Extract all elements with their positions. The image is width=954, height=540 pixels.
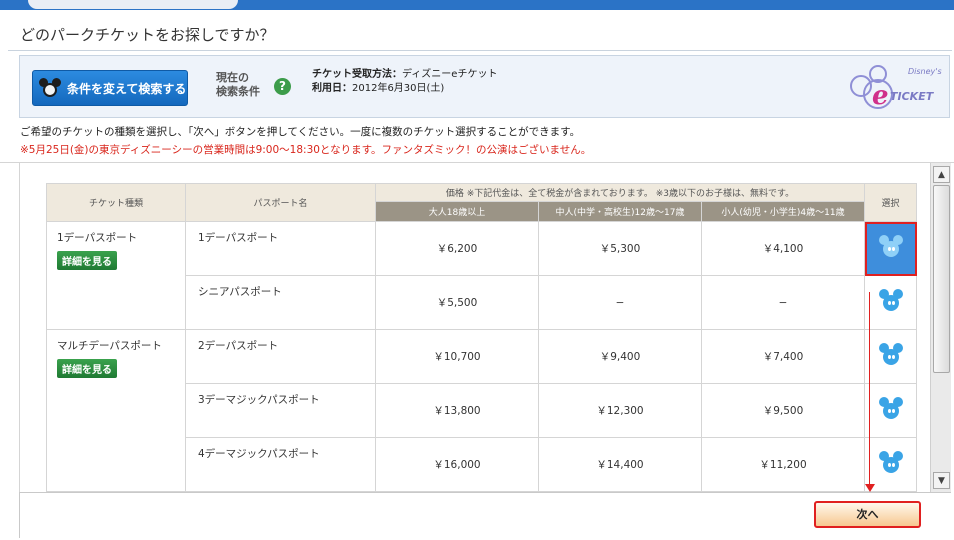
passport-name: 3デーマジックパスポート (185, 383, 376, 438)
header-ticket-type: チケット種類 (46, 183, 186, 222)
price-child: ￥9,500 (700, 383, 866, 438)
details-button[interactable]: 詳細を見る (57, 251, 117, 270)
price-junior: ￥9,400 (538, 329, 702, 384)
ticket-type-cell: マルチデーパスポート 詳細を見る (46, 329, 186, 492)
park-notice: ※5月25日(金)の東京ディズニーシーの営業時間は9:00〜18:30となります… (20, 144, 592, 156)
svg-text:Disney's: Disney's (908, 67, 942, 76)
select-toggle-selected[interactable] (864, 221, 918, 276)
scroll-down-arrow[interactable]: ▼ (933, 472, 950, 489)
price-child: ￥4,100 (700, 221, 866, 276)
price-child: ￥7,400 (700, 329, 866, 384)
current-conditions-label: 現在の 検索条件 (216, 71, 260, 98)
price-child: ￥11,200 (700, 437, 866, 492)
date-value: 2012年6月30日(土) (352, 83, 445, 94)
mickey-select-icon (878, 289, 904, 313)
footer-divider (19, 492, 951, 493)
page-title: どのパークチケットをお探しですか？ (20, 26, 275, 44)
price-adult: ￥6,200 (375, 221, 539, 276)
ticket-type-cell: 1デーパスポート 詳細を見る (46, 221, 186, 330)
table-scrollbar[interactable]: ▲ ▼ (930, 163, 951, 492)
mickey-select-icon (878, 451, 904, 475)
ticket-table-scroll-area: チケット種類 パスポート名 価格 ※下記代金は、全て税金が含まれております。 ※… (19, 163, 930, 492)
header-passport-name: パスポート名 (185, 183, 376, 222)
mickey-select-icon (878, 235, 904, 259)
price-adult: ￥10,700 (375, 329, 539, 384)
price-junior: − (538, 275, 702, 330)
mickey-select-icon (878, 397, 904, 421)
price-adult: ￥5,500 (375, 275, 539, 330)
header-price: 価格 ※下記代金は、全て税金が含まれております。 ※3歳以下のお子様は、無料です… (374, 183, 866, 202)
next-button[interactable]: 次へ (814, 501, 921, 528)
header-adult: 大人18歳以上 (375, 201, 539, 222)
search-conditions-panel: 条件を変えて検索する 現在の 検索条件 ? チケット受取方法：ディズニーeチケッ… (19, 55, 950, 118)
price-junior: ￥5,300 (538, 221, 702, 276)
ticket-table: チケット種類 パスポート名 価格 ※下記代金は、全て税金が含まれております。 ※… (46, 183, 918, 492)
scroll-thumb[interactable] (933, 185, 950, 373)
passport-name: シニアパスポート (185, 275, 376, 330)
price-adult: ￥16,000 (375, 437, 539, 492)
header-junior: 中人(中学・高校生)12歳〜17歳 (538, 201, 702, 222)
details-button[interactable]: 詳細を見る (57, 359, 117, 378)
header-select: 選択 (864, 183, 918, 222)
guide-arrow-line (869, 292, 870, 490)
ticket-type-name: マルチデーパスポート (57, 340, 162, 352)
price-junior: ￥14,400 (538, 437, 702, 492)
top-bar-tab-notch (28, 0, 238, 9)
change-search-button[interactable]: 条件を変えて検索する (32, 70, 188, 106)
date-label: 利用日： (312, 83, 352, 94)
passport-name: 1デーパスポート (185, 221, 376, 276)
select-toggle[interactable] (864, 383, 918, 438)
price-child: − (700, 275, 866, 330)
select-toggle[interactable] (864, 275, 918, 330)
conditions-summary: チケット受取方法：ディズニーeチケット 利用日：2012年6月30日(土) (312, 68, 497, 96)
guide-arrow-head-icon (865, 484, 875, 492)
passport-name: 2デーパスポート (185, 329, 376, 384)
mickey-select-icon (878, 343, 904, 367)
footer-left-border (19, 492, 20, 538)
header-child: 小人(幼児・小学生)4歳〜11歳 (700, 201, 866, 222)
scroll-up-arrow[interactable]: ▲ (933, 166, 950, 183)
table-row: 1デーパスポート 詳細を見る 1デーパスポート ￥6,200 ￥5,300 ￥4… (46, 221, 918, 330)
passport-name: 4デーマジックパスポート (185, 437, 376, 492)
change-search-button-label: 条件を変えて検索する (67, 81, 187, 96)
svg-text:TICKET: TICKET (890, 90, 935, 103)
method-label: チケット受取方法： (312, 69, 402, 80)
instruction-text: ご希望のチケットの種類を選択し、「次へ」ボタンを押してください。一度に複数のチケ… (20, 126, 581, 138)
price-adult: ￥13,800 (375, 383, 539, 438)
method-value: ディズニーeチケット (402, 69, 498, 80)
next-button-label: 次へ (856, 508, 879, 521)
help-icon[interactable]: ? (274, 78, 291, 95)
select-toggle[interactable] (864, 329, 918, 384)
svg-text:e: e (872, 81, 889, 110)
mickey-icon (39, 78, 61, 98)
ticket-type-name: 1デーパスポート (57, 232, 138, 244)
price-junior: ￥12,300 (538, 383, 702, 438)
table-row: マルチデーパスポート 詳細を見る 2デーパスポート ￥10,700 ￥9,400… (46, 329, 918, 492)
title-divider (8, 50, 952, 51)
disney-eticket-logo: e Disney's TICKET (850, 65, 942, 110)
